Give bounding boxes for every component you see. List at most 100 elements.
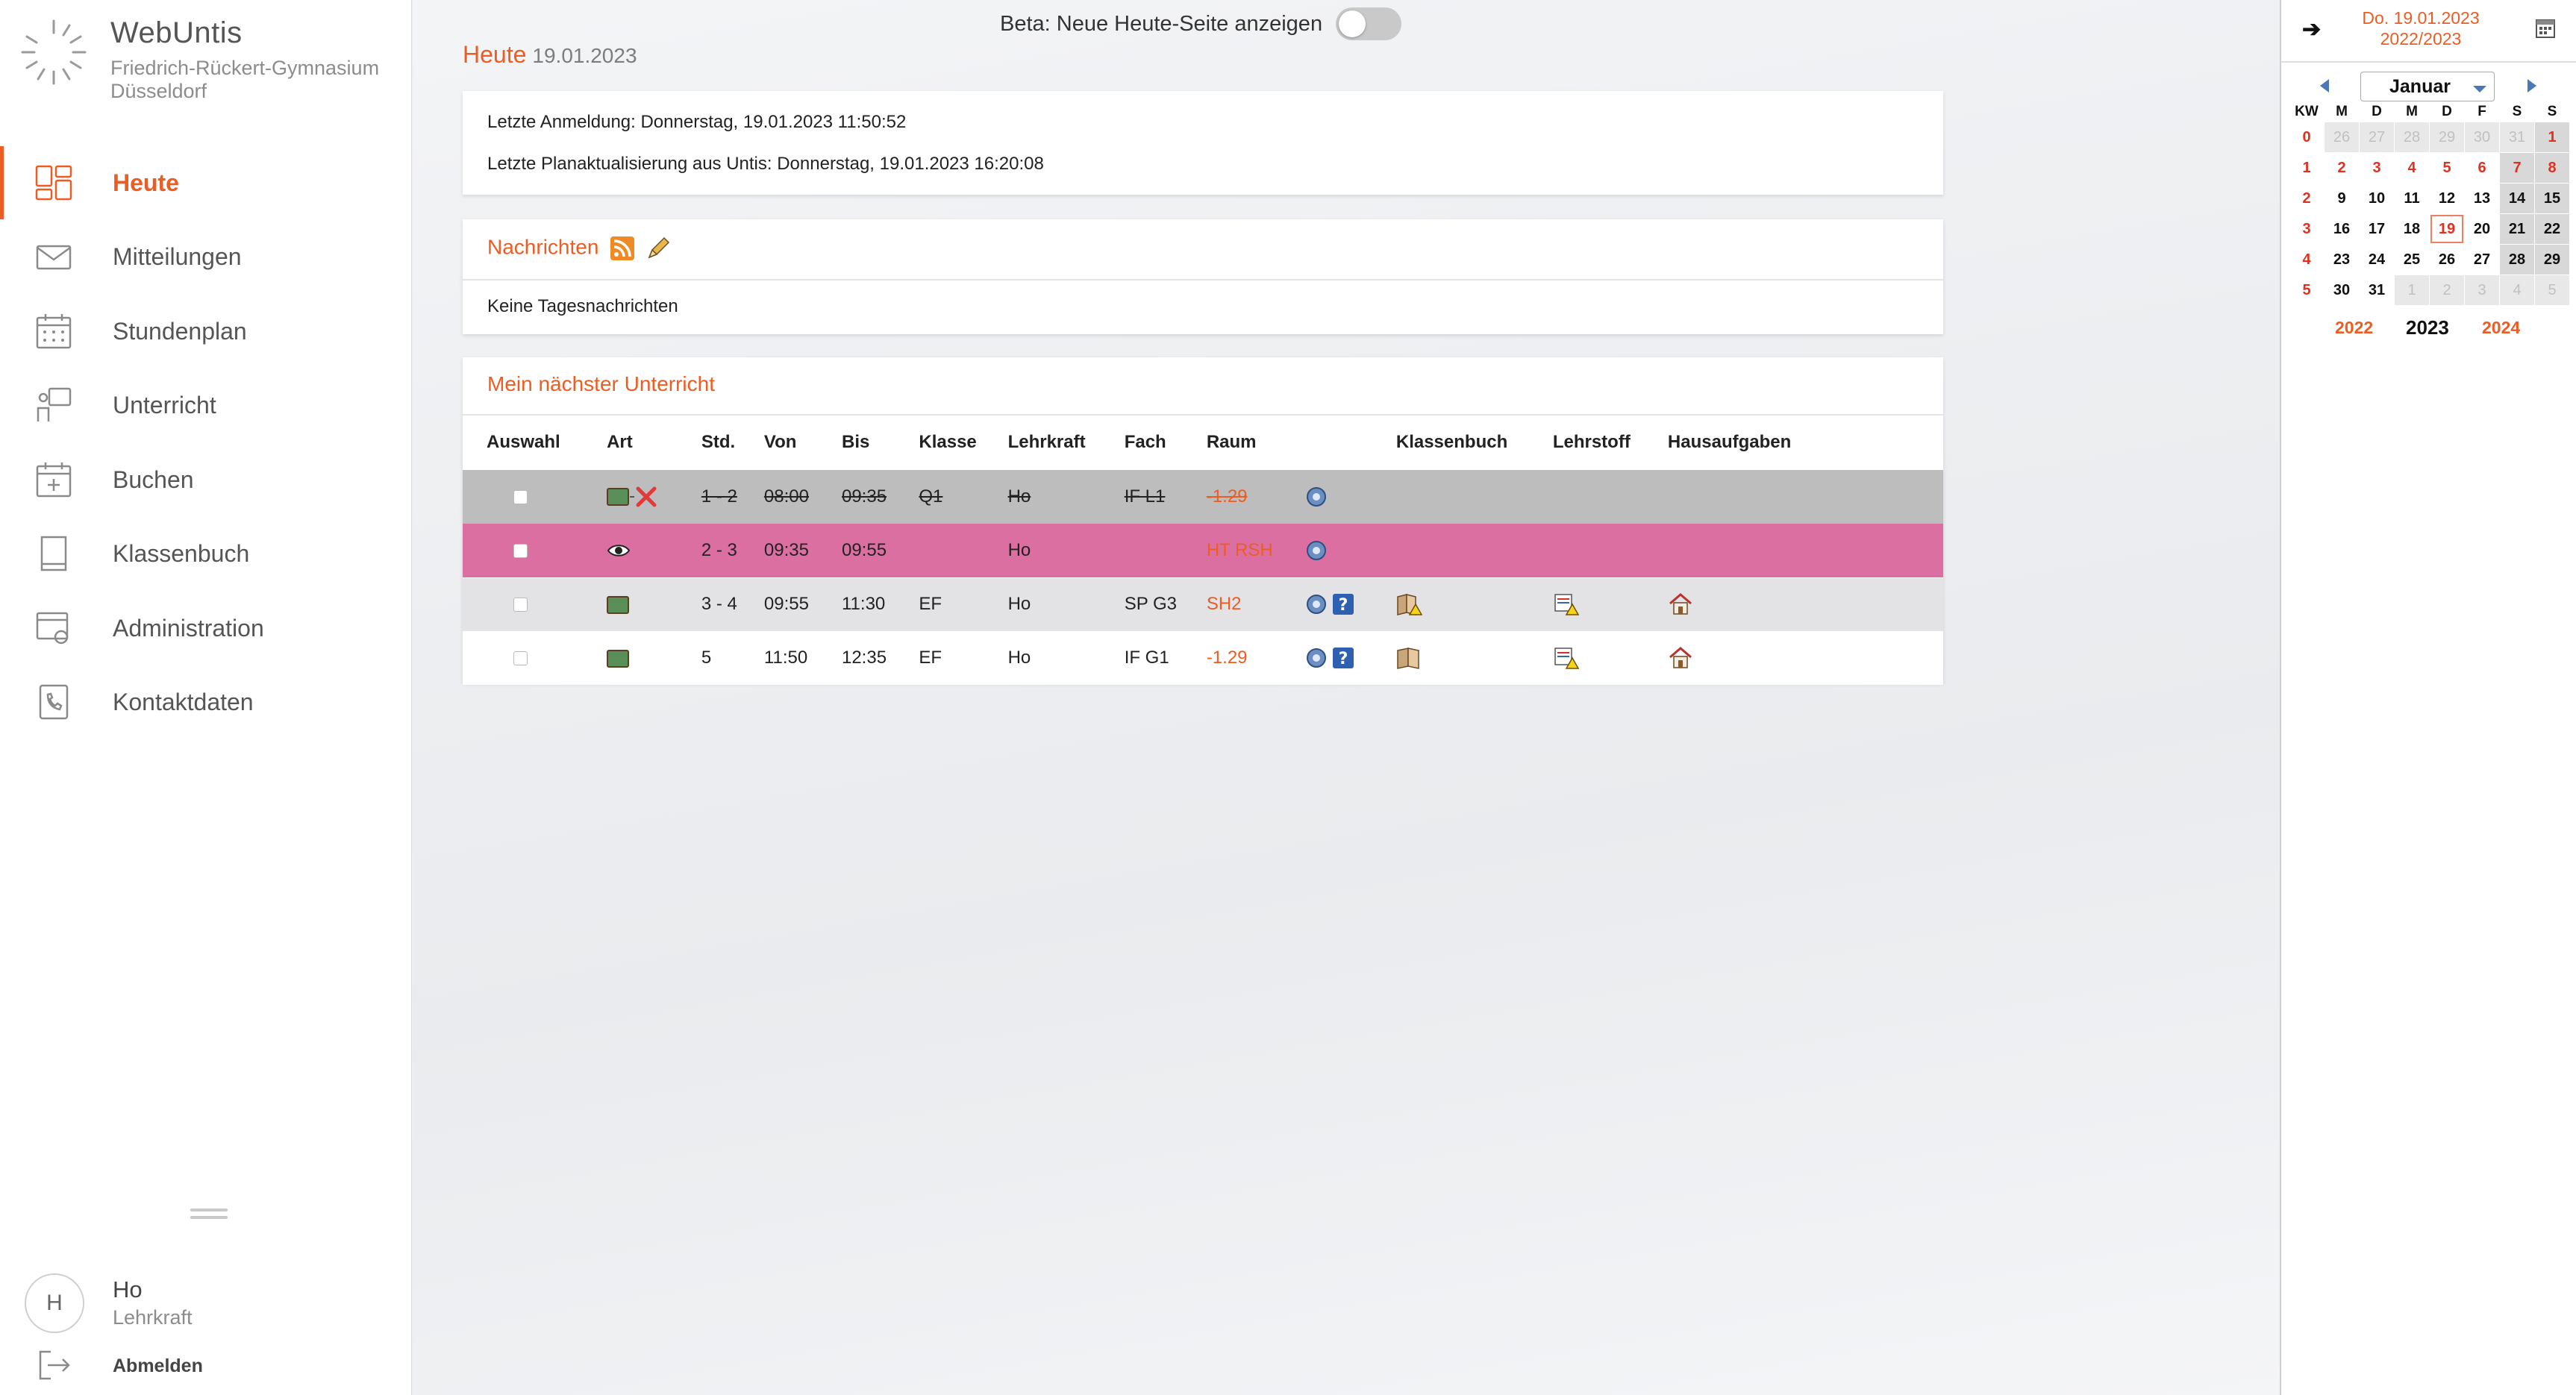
calendar-day[interactable]: 28 [2395,122,2429,152]
select-checkbox[interactable] [513,651,528,666]
calendar-day[interactable]: 5 [2430,153,2464,183]
calendar-day[interactable]: 22 [2535,214,2569,244]
calendar-day[interactable]: 15 [2535,184,2569,213]
info-icon[interactable] [1305,647,1328,669]
nav-item-unterricht[interactable]: Unterricht [0,369,412,442]
calendar-day[interactable]: 17 [2360,214,2394,244]
week-number[interactable]: 5 [2289,275,2324,305]
calendar-icon[interactable] [2535,18,2556,39]
table-row[interactable]: 1 - 2 08:00 09:35 Q1 Ho IF L1 -1.29 [463,470,1943,524]
select-checkbox[interactable] [513,598,528,612]
calendar-day[interactable]: 12 [2430,184,2464,213]
nav-item-mitteilungen[interactable]: Mitteilungen [0,220,412,293]
calendar-day[interactable]: 4 [2500,275,2534,305]
calendar-day[interactable]: 29 [2535,245,2569,275]
calendar-day[interactable]: 2 [2325,153,2359,183]
calendar-day[interactable]: 16 [2325,214,2359,244]
calendar-day[interactable]: 27 [2360,122,2394,152]
user-role: Lehrkraft [113,1306,193,1329]
divider [463,279,1943,280]
help-icon[interactable]: ? [1332,647,1354,669]
table-row[interactable]: 3 - 4 09:55 11:30 EF Ho SP G3 SH2 ? [463,577,1943,631]
sidebar-collapse-handle[interactable] [190,1209,228,1220]
calendar-day[interactable]: 31 [2360,275,2394,305]
logout-button[interactable]: Abmelden [113,1355,203,1377]
table-row[interactable]: 5 11:50 12:35 EF Ho IF G1 -1.29 ? [463,630,1943,685]
calendar-day[interactable]: 3 [2465,275,2499,305]
classbook-warning-icon[interactable] [1396,592,1423,616]
calendar-day[interactable]: 4 [2395,153,2429,183]
nav-item-buchen[interactable]: Buchen [0,443,412,516]
beta-toggle-switch[interactable] [1336,7,1402,40]
weekday-header: M [2406,104,2418,119]
logout-icon[interactable] [36,1349,73,1382]
calendar-day[interactable]: 30 [2325,275,2359,305]
nav-item-stundenplan[interactable]: Stundenplan [0,295,412,368]
calendar-day[interactable]: 13 [2465,184,2499,213]
calendar-day[interactable]: 7 [2500,153,2534,183]
avatar[interactable]: H [25,1273,84,1333]
calendar-day[interactable]: 10 [2360,184,2394,213]
material-warning-icon[interactable] [1553,646,1580,670]
calendar-day[interactable]: 2 [2430,275,2464,305]
calendar-day[interactable]: 8 [2535,153,2569,183]
webuntis-logo-icon[interactable] [16,15,91,90]
next-month-arrow-icon[interactable] [2527,79,2536,93]
table-row[interactable]: 2 - 3 09:35 09:55 Ho HT RSH [463,524,1943,577]
arrow-right-icon[interactable]: ➔ [2302,16,2321,43]
nav-item-klassenbuch[interactable]: Klassenbuch [0,517,412,590]
week-number[interactable]: 2 [2289,184,2324,213]
prev-month-arrow-icon[interactable] [2320,79,2329,93]
current-date[interactable]: Do. 19.01.2023 2022/2023 [2326,7,2516,49]
calendar-day[interactable]: 14 [2500,184,2534,213]
calendar-day[interactable]: 26 [2325,122,2359,152]
calendar-day[interactable]: 28 [2500,245,2534,275]
calendar-day[interactable]: 29 [2430,122,2464,152]
calendar-day[interactable]: 20 [2465,214,2499,244]
calendar-icon [36,314,72,349]
homework-house-icon[interactable] [1668,646,1693,670]
calendar-day[interactable]: 30 [2465,122,2499,152]
calendar-day[interactable]: 3 [2360,153,2394,183]
calendar-day[interactable]: 1 [2395,275,2429,305]
year-next[interactable]: 2024 [2482,318,2520,338]
classbook-icon[interactable] [1396,646,1423,670]
col-header: Fach [1124,432,1166,452]
week-number[interactable]: 0 [2289,122,2324,152]
user-name: Ho [113,1276,143,1302]
pencil-icon[interactable] [645,235,672,262]
help-icon[interactable]: ? [1332,593,1354,615]
last-update: Letzte Planaktualisierung aus Untis: Don… [487,154,1044,174]
nav-item-heute[interactable]: Heute [0,146,412,219]
select-checkbox[interactable] [513,543,528,558]
calendar-day[interactable]: 26 [2430,245,2464,275]
year-current[interactable]: 2023 [2406,316,2449,339]
homework-house-icon[interactable] [1668,592,1693,616]
year-prev[interactable]: 2022 [2335,318,2373,338]
calendar-day[interactable]: 11 [2395,184,2429,213]
calendar-day[interactable]: 5 [2535,275,2569,305]
week-number[interactable]: 1 [2289,153,2324,183]
calendar-day[interactable]: 23 [2325,245,2359,275]
info-icon[interactable] [1305,539,1328,562]
calendar-day[interactable]: 21 [2500,214,2534,244]
calendar-day[interactable]: 31 [2500,122,2534,152]
calendar-day[interactable]: 24 [2360,245,2394,275]
info-icon[interactable] [1305,593,1328,615]
week-number[interactable]: 4 [2289,245,2324,275]
calendar-day[interactable]: 6 [2465,153,2499,183]
nav-item-kontaktdaten[interactable]: Kontaktdaten [0,665,412,739]
nav-item-administration[interactable]: Administration [0,592,412,665]
calendar-day[interactable]: 18 [2395,214,2429,244]
month-select[interactable]: Januar [2360,72,2495,101]
calendar-day-today[interactable]: 19 [2430,214,2464,244]
material-warning-icon[interactable] [1553,592,1580,616]
calendar-day[interactable]: 25 [2395,245,2429,275]
week-number[interactable]: 3 [2289,214,2324,244]
calendar-day[interactable]: 9 [2325,184,2359,213]
info-icon[interactable] [1305,486,1328,508]
select-checkbox[interactable] [513,490,528,505]
rss-icon[interactable] [610,236,635,260]
calendar-day[interactable]: 1 [2535,122,2569,152]
calendar-day[interactable]: 27 [2465,245,2499,275]
